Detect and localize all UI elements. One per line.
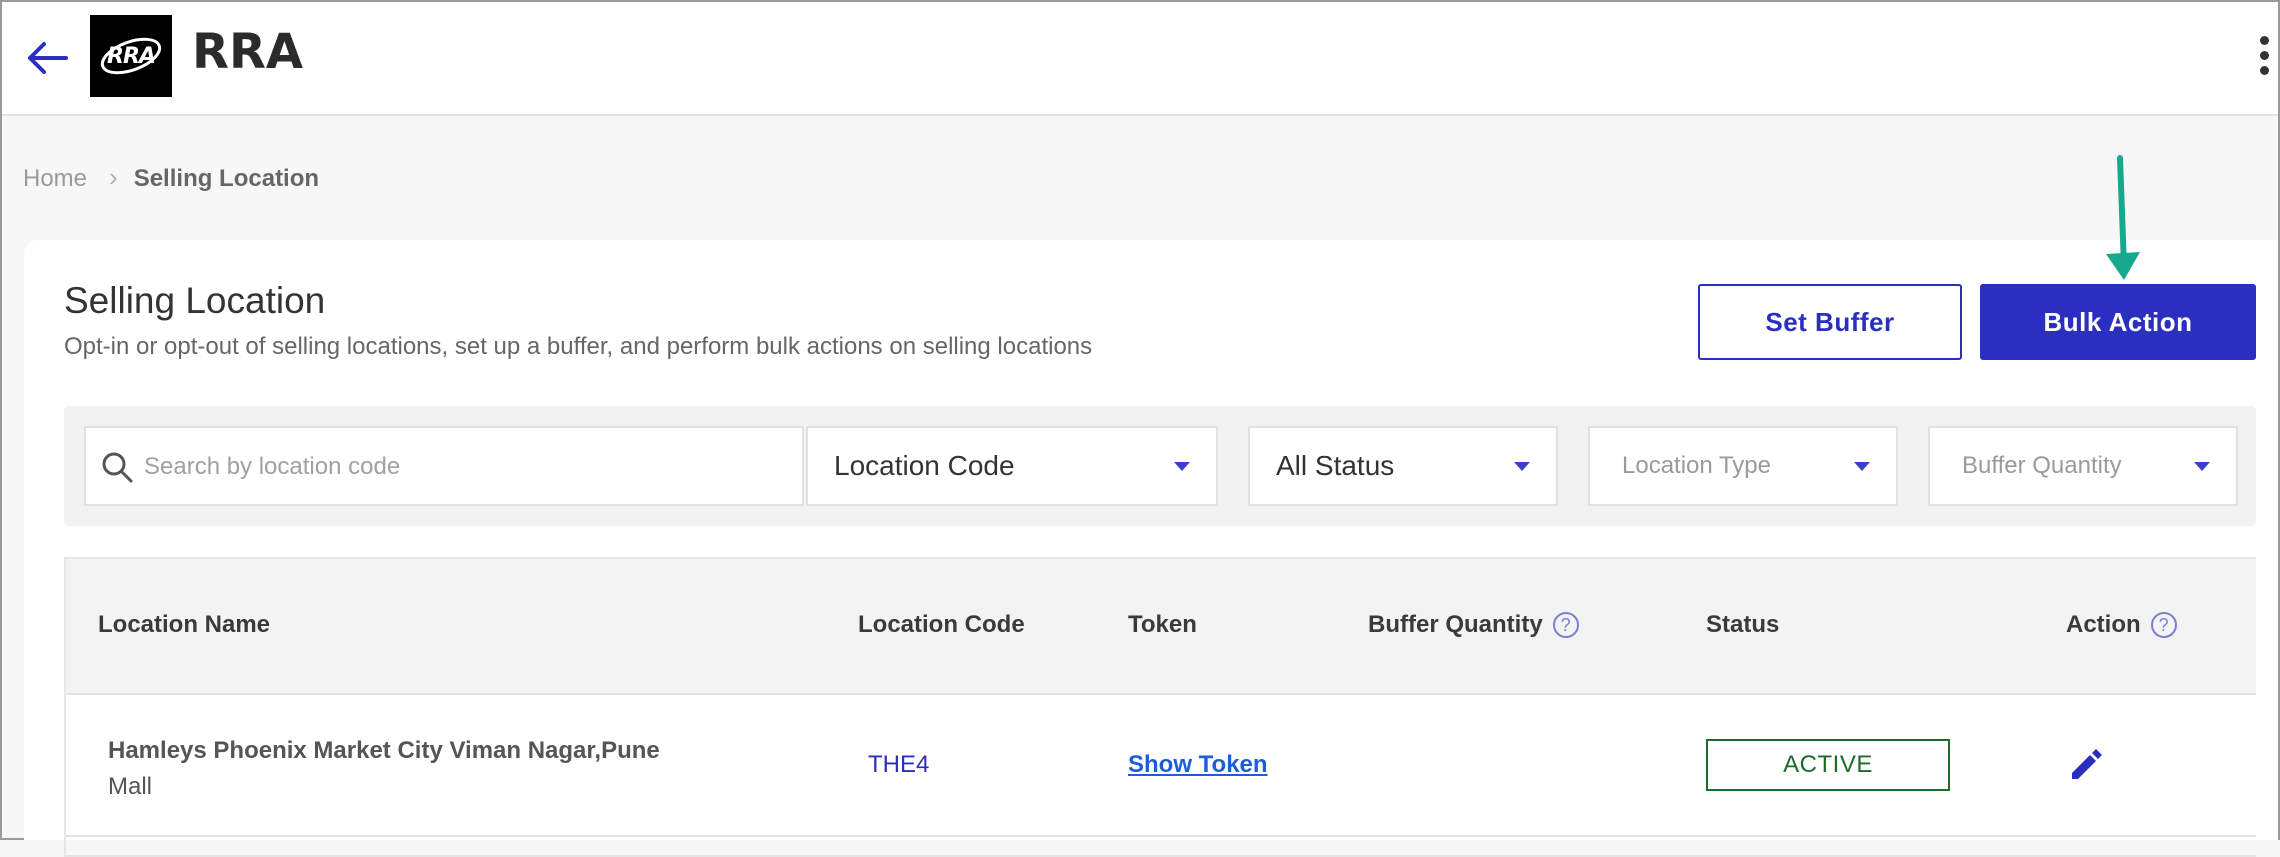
annotation-arrow-icon: [2106, 155, 2140, 280]
selling-location-table: Location Name Location Code Token Buffer…: [64, 557, 2256, 857]
app-logo: RRA: [90, 15, 172, 97]
back-arrow-icon[interactable]: [22, 32, 74, 84]
buffer-quantity-placeholder: Buffer Quantity: [1962, 452, 2122, 479]
search-icon: [102, 452, 133, 483]
help-icon[interactable]: ?: [2150, 612, 2177, 638]
column-header-location-name[interactable]: Location Name: [98, 611, 270, 639]
page-subtitle: Opt-in or opt-out of selling locations, …: [64, 333, 1093, 360]
chevron-down-icon: [1854, 461, 1870, 471]
set-buffer-button[interactable]: Set Buffer: [1698, 284, 1962, 360]
filter-bar: Location Code All Status Location Type B…: [64, 406, 2256, 526]
edit-pencil-icon[interactable]: [2066, 743, 2106, 788]
chevron-down-icon: [1174, 461, 1190, 471]
location-type: Mall: [108, 773, 153, 800]
column-header-action[interactable]: Action ?: [2066, 611, 2177, 639]
kebab-menu-icon[interactable]: [2258, 36, 2270, 80]
breadcrumb-current: Selling Location: [133, 165, 320, 192]
chevron-down-icon: [1514, 461, 1530, 471]
top-app-bar: RRA RRA: [2, 2, 2278, 116]
status-filter-value: All Status: [1276, 450, 1395, 481]
breadcrumb: Home › Selling Location: [23, 162, 319, 193]
location-type-select[interactable]: Location Type: [1588, 426, 1898, 506]
breadcrumb-separator-icon: ›: [109, 162, 118, 192]
location-name: Hamleys Phoenix Market City Viman Nagar,…: [108, 737, 660, 764]
search-input[interactable]: [142, 440, 786, 494]
column-header-label: Buffer Quantity: [1368, 611, 1543, 638]
help-icon[interactable]: ?: [1552, 612, 1579, 638]
column-header-buffer-quantity[interactable]: Buffer Quantity ?: [1368, 611, 1579, 639]
table-row: Hamleys Phoenix Market City Viman Nagar,…: [66, 695, 2256, 837]
selling-location-card: Selling Location Opt-in or opt-out of se…: [24, 155, 2278, 857]
column-header-status[interactable]: Status: [1706, 611, 1779, 639]
page-title: Selling Location: [64, 280, 326, 321]
buffer-quantity-select[interactable]: Buffer Quantity: [1928, 426, 2238, 506]
chevron-down-icon: [2194, 461, 2210, 471]
show-token-link[interactable]: Show Token: [1128, 751, 1268, 779]
location-code: THE4: [868, 751, 930, 778]
column-header-label: Action: [2066, 611, 2141, 638]
table-header: Location Name Location Code Token Buffer…: [66, 559, 2256, 695]
app-title: RRA: [192, 24, 304, 80]
column-header-token[interactable]: Token: [1128, 611, 1197, 639]
search-by-select[interactable]: Location Code: [806, 426, 1218, 506]
search-by-value: Location Code: [834, 450, 1015, 481]
status-badge: ACTIVE: [1706, 739, 1950, 791]
status-filter-select[interactable]: All Status: [1248, 426, 1558, 506]
breadcrumb-home-link[interactable]: Home: [23, 165, 87, 192]
column-header-location-code[interactable]: Location Code: [858, 611, 1025, 639]
bulk-action-button[interactable]: Bulk Action: [1980, 284, 2256, 360]
location-type-placeholder: Location Type: [1622, 452, 1772, 479]
search-box: [84, 426, 804, 506]
